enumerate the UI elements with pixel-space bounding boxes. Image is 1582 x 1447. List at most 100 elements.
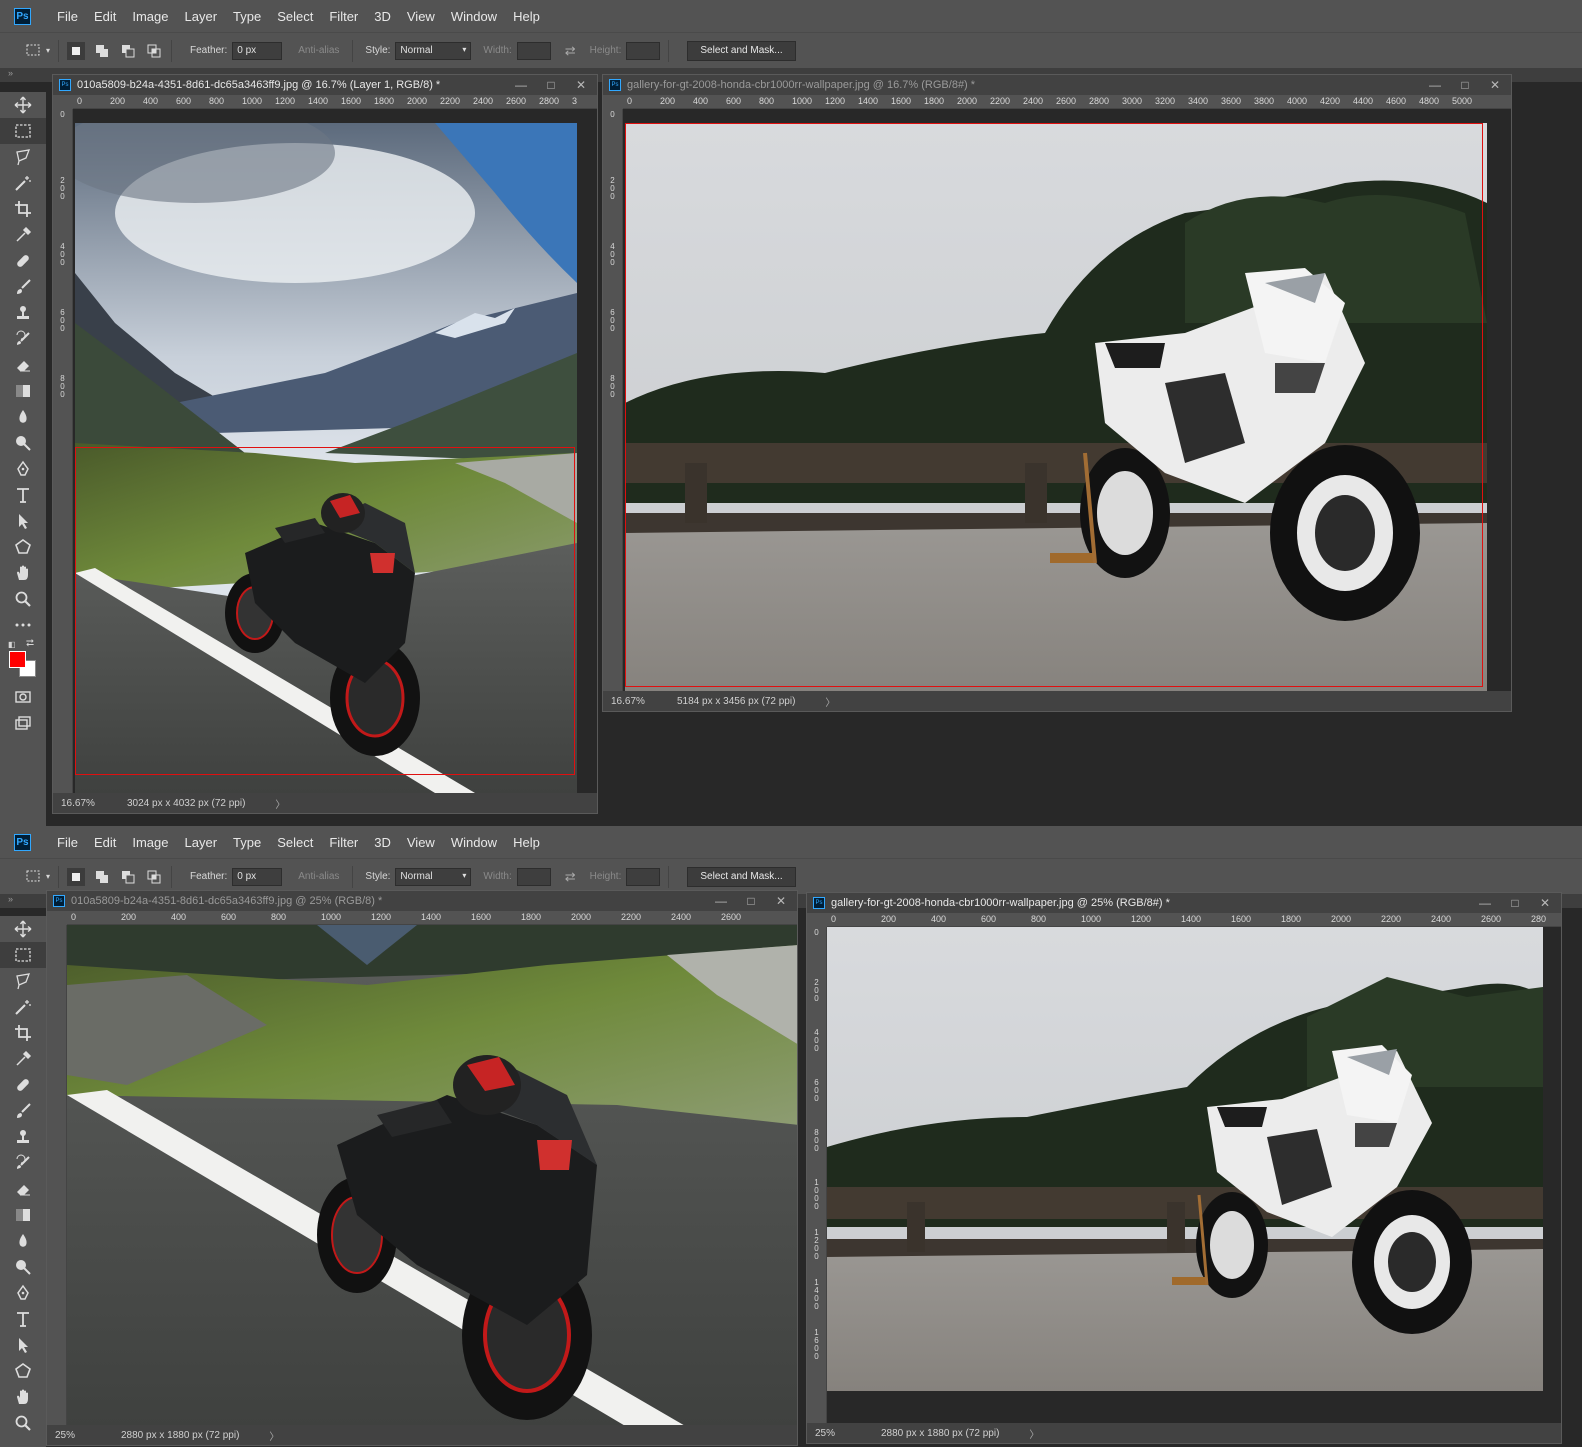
vertical-ruler[interactable]: 0 2 0 0 4 0 0 6 0 0 8 0 0 1 0 0 0 1 2 0 0 1 4 0…: [807, 927, 827, 1423]
type-tool[interactable]: [0, 482, 46, 508]
more-tools[interactable]: [0, 612, 46, 638]
photoshop-logo-icon[interactable]: Ps: [14, 833, 31, 851]
move-tool[interactable]: [0, 916, 46, 942]
maximize-icon[interactable]: □: [1509, 896, 1521, 910]
menu-filter[interactable]: Filter: [321, 9, 366, 24]
magic-wand-tool[interactable]: [0, 994, 46, 1020]
brush-tool[interactable]: [0, 1098, 46, 1124]
maximize-icon[interactable]: □: [545, 78, 557, 92]
marquee-tool[interactable]: [0, 942, 46, 968]
magic-wand-tool[interactable]: [0, 170, 46, 196]
close-icon[interactable]: ✕: [1489, 78, 1501, 92]
menu-type[interactable]: Type: [225, 9, 269, 24]
zoom-level[interactable]: 25%: [807, 1428, 873, 1439]
menu-view[interactable]: View: [399, 9, 443, 24]
menu-image[interactable]: Image: [124, 835, 176, 850]
marquee-preset-icon[interactable]: [26, 870, 42, 884]
path-select-tool[interactable]: [0, 1332, 46, 1358]
height-input[interactable]: [626, 41, 661, 60]
feather-input[interactable]: 0 px: [232, 41, 283, 60]
document-title-bar[interactable]: Ps 010a5809-b24a-4351-8d61-dc65a3463ff9.…: [47, 891, 797, 911]
menu-layer[interactable]: Layer: [177, 9, 226, 24]
menu-3d[interactable]: 3D: [366, 835, 399, 850]
swap-colors-icon[interactable]: ⮂: [26, 638, 34, 649]
vertical-ruler[interactable]: 0 2 0 0 4 0 0 6 0 0 8 0 0: [603, 109, 623, 691]
canvas-area[interactable]: [73, 109, 597, 793]
document-window-honda[interactable]: Ps gallery-for-gt-2008-honda-cbr1000rr-w…: [806, 892, 1562, 1444]
horizontal-ruler[interactable]: 0 200 400 600 800 1000 1200 1400 1600 1800 2000 220…: [623, 95, 1511, 109]
swap-icon[interactable]: ⇄: [565, 43, 576, 59]
shape-tool[interactable]: [0, 1358, 46, 1384]
menu-3d[interactable]: 3D: [366, 9, 399, 24]
chevron-down-icon[interactable]: ▾: [46, 46, 50, 55]
eyedropper-tool[interactable]: [0, 1046, 46, 1072]
hand-tool[interactable]: [0, 560, 46, 586]
zoom-level[interactable]: 16.67%: [53, 798, 119, 809]
screen-mode-button[interactable]: [0, 710, 46, 736]
canvas-area[interactable]: [827, 927, 1561, 1423]
lasso-tool[interactable]: [0, 144, 46, 170]
antialias-checkbox[interactable]: Anti-alias: [298, 45, 339, 56]
swap-icon[interactable]: ⇄: [565, 869, 576, 885]
menu-edit[interactable]: Edit: [86, 9, 124, 24]
shape-tool[interactable]: [0, 534, 46, 560]
vertical-ruler[interactable]: 0 2 0 0 4 0 0 6 0 0 8 0 0: [53, 109, 73, 793]
healing-tool[interactable]: [0, 1072, 46, 1098]
width-input[interactable]: [516, 41, 551, 60]
maximize-icon[interactable]: □: [1459, 78, 1471, 92]
close-icon[interactable]: ✕: [575, 78, 587, 92]
minimize-icon[interactable]: —: [1479, 896, 1491, 910]
marquee-preset-icon[interactable]: [26, 44, 42, 58]
width-input[interactable]: [516, 867, 551, 886]
add-selection-icon[interactable]: [93, 42, 111, 60]
collapse-arrows-icon[interactable]: »: [8, 68, 13, 78]
gradient-tool[interactable]: [0, 378, 46, 404]
close-icon[interactable]: ✕: [775, 894, 787, 908]
horizontal-ruler[interactable]: 0 200 400 600 800 1000 1200 1400 1600 1800 2000 220…: [73, 95, 597, 109]
menu-filter[interactable]: Filter: [321, 835, 366, 850]
path-select-tool[interactable]: [0, 508, 46, 534]
horizontal-ruler[interactable]: 0 200 400 600 800 1000 1200 1400 1600 1800 2000 220…: [827, 913, 1561, 927]
new-selection-icon[interactable]: [67, 41, 86, 60]
gradient-tool[interactable]: [0, 1202, 46, 1228]
status-menu-arrow-icon[interactable]: 〉: [1029, 1426, 1039, 1441]
stamp-tool[interactable]: [0, 300, 46, 326]
minimize-icon[interactable]: —: [1429, 78, 1441, 92]
maximize-icon[interactable]: □: [745, 894, 757, 908]
menu-file[interactable]: File: [49, 835, 86, 850]
menu-layer[interactable]: Layer: [177, 835, 226, 850]
menu-type[interactable]: Type: [225, 835, 269, 850]
status-menu-arrow-icon[interactable]: 〉: [825, 694, 835, 709]
eraser-tool[interactable]: [0, 352, 46, 378]
document-title-bar[interactable]: Ps gallery-for-gt-2008-honda-cbr1000rr-w…: [807, 893, 1561, 913]
intersect-selection-icon[interactable]: [145, 868, 163, 886]
crop-tool[interactable]: [0, 196, 46, 222]
select-and-mask-button[interactable]: Select and Mask...: [687, 866, 796, 887]
default-colors-icon[interactable]: ◧: [8, 640, 16, 649]
stamp-tool[interactable]: [0, 1124, 46, 1150]
menu-help[interactable]: Help: [505, 835, 548, 850]
new-selection-icon[interactable]: [67, 867, 86, 886]
document-window-mountain[interactable]: Ps 010a5809-b24a-4351-8d61-dc65a3463ff9.…: [46, 890, 798, 1446]
photoshop-logo-icon[interactable]: Ps: [14, 7, 31, 25]
menu-file[interactable]: File: [49, 9, 86, 24]
minimize-icon[interactable]: —: [715, 894, 727, 908]
add-selection-icon[interactable]: [93, 868, 111, 886]
intersect-selection-icon[interactable]: [145, 42, 163, 60]
quick-mask-button[interactable]: [0, 684, 46, 710]
menu-window[interactable]: Window: [443, 835, 505, 850]
document-title-bar[interactable]: Ps gallery-for-gt-2008-honda-cbr1000rr-w…: [603, 75, 1511, 95]
zoom-tool[interactable]: [0, 586, 46, 612]
pen-tool[interactable]: [0, 1280, 46, 1306]
minimize-icon[interactable]: —: [515, 78, 527, 92]
menu-select[interactable]: Select: [269, 835, 321, 850]
dodge-tool[interactable]: [0, 1254, 46, 1280]
feather-input[interactable]: 0 px: [232, 867, 283, 886]
close-icon[interactable]: ✕: [1539, 896, 1551, 910]
menu-help[interactable]: Help: [505, 9, 548, 24]
antialias-checkbox[interactable]: Anti-alias: [298, 871, 339, 882]
lasso-tool[interactable]: [0, 968, 46, 994]
style-select[interactable]: Normal ▾: [395, 41, 472, 60]
zoom-level[interactable]: 16.67%: [603, 696, 669, 707]
menu-image[interactable]: Image: [124, 9, 176, 24]
